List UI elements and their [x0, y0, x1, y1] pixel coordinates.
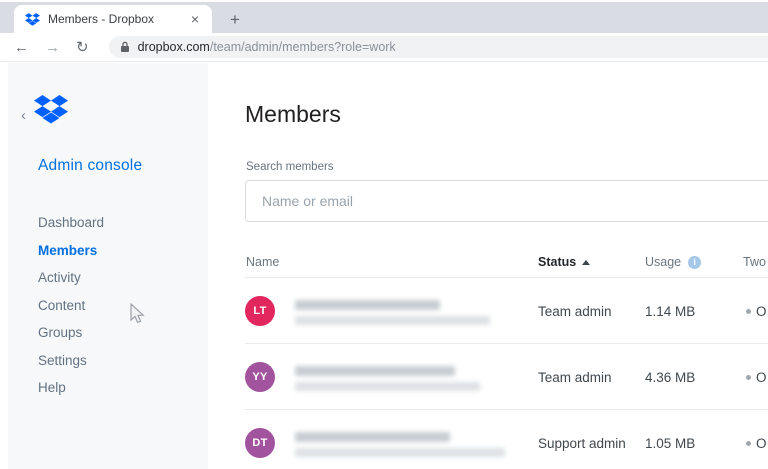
two-step-value: O	[756, 304, 767, 319]
redacted-member-name	[295, 432, 450, 442]
page-title: Members	[245, 101, 341, 127]
back-icon[interactable]: ←	[14, 40, 29, 55]
redacted-member-email	[295, 448, 505, 457]
sidebar-item-groups[interactable]: Groups	[38, 319, 104, 347]
status-dot-icon	[746, 309, 751, 314]
page-viewport: ‹ Admin console Dashboard Members Activi…	[0, 63, 768, 469]
member-status: Team admin	[538, 370, 612, 385]
column-header-two-step[interactable]: Two	[743, 255, 766, 269]
tab-title: Members - Dropbox	[48, 12, 155, 26]
avatar: LT	[245, 296, 275, 326]
sidebar-item-members[interactable]: Members	[38, 237, 104, 265]
info-icon[interactable]	[688, 255, 702, 269]
member-usage: 4.36 MB	[645, 370, 696, 385]
admin-console-title[interactable]: Admin console	[38, 157, 142, 175]
status-header-label: Status	[538, 255, 577, 269]
member-row[interactable]: YY Team admin 4.36 MB O	[245, 344, 768, 410]
close-tab-icon[interactable]: ×	[186, 10, 204, 28]
member-usage: 1.14 MB	[645, 304, 696, 319]
lock-icon	[120, 41, 130, 53]
admin-sidebar: ‹ Admin console Dashboard Members Activi…	[8, 63, 208, 469]
browser-tab-strip: Members - Dropbox × +	[0, 0, 768, 33]
search-members-label: Search members	[246, 161, 334, 173]
browser-tab[interactable]: Members - Dropbox ×	[14, 5, 212, 33]
usage-header-label: Usage	[645, 255, 682, 269]
member-two-step: O	[746, 436, 767, 451]
table-header-row: Name Status Usage Two	[245, 249, 768, 278]
reload-icon[interactable]: ↻	[76, 40, 89, 55]
member-row[interactable]: DT Support admin 1.05 MB O	[245, 410, 768, 469]
two-step-value: O	[756, 436, 767, 451]
status-dot-icon	[746, 441, 751, 446]
sort-ascending-icon	[582, 260, 591, 266]
sidebar-item-activity[interactable]: Activity	[38, 264, 104, 292]
member-usage: 1.05 MB	[645, 436, 696, 451]
sidebar-item-content[interactable]: Content	[38, 292, 104, 320]
sidebar-nav: Dashboard Members Activity Content Group…	[38, 209, 104, 402]
new-tab-button[interactable]: +	[222, 7, 248, 33]
member-row[interactable]: LT Team admin 1.14 MB O	[245, 278, 768, 344]
url-text: dropbox.com/team/admin/members?role=work	[138, 40, 396, 54]
two-step-value: O	[756, 370, 767, 385]
avatar: DT	[245, 428, 275, 458]
redacted-member-name	[295, 366, 455, 376]
column-header-status[interactable]: Status	[538, 255, 591, 269]
member-status: Support admin	[538, 436, 626, 451]
browser-toolbar: ← → ↻ dropbox.com/team/admin/members?rol…	[0, 33, 768, 62]
dropbox-logo-icon[interactable]	[34, 95, 68, 124]
sidebar-item-dashboard[interactable]: Dashboard	[38, 209, 104, 237]
redacted-member-name	[295, 300, 440, 310]
status-dot-icon	[746, 375, 751, 380]
url-bar[interactable]: dropbox.com/team/admin/members?role=work	[108, 36, 768, 58]
member-two-step: O	[746, 304, 767, 319]
member-status: Team admin	[538, 304, 612, 319]
column-header-usage[interactable]: Usage	[645, 255, 702, 269]
sidebar-item-help[interactable]: Help	[38, 374, 104, 402]
dropbox-favicon-icon	[25, 12, 40, 26]
column-header-name[interactable]: Name	[246, 255, 279, 269]
members-main-panel: Members Search members Name Status Usage…	[245, 63, 768, 469]
redacted-member-email	[295, 316, 490, 325]
url-path: /team/admin/members?role=work	[209, 40, 396, 54]
redacted-member-email	[295, 382, 480, 391]
forward-icon[interactable]: →	[45, 40, 60, 55]
sidebar-item-settings[interactable]: Settings	[38, 347, 104, 375]
collapse-sidebar-icon[interactable]: ‹	[21, 107, 26, 124]
url-domain: dropbox.com	[137, 40, 210, 54]
member-two-step: O	[746, 370, 767, 385]
avatar: YY	[245, 362, 275, 392]
search-input[interactable]	[245, 180, 768, 222]
mouse-cursor	[130, 303, 145, 324]
